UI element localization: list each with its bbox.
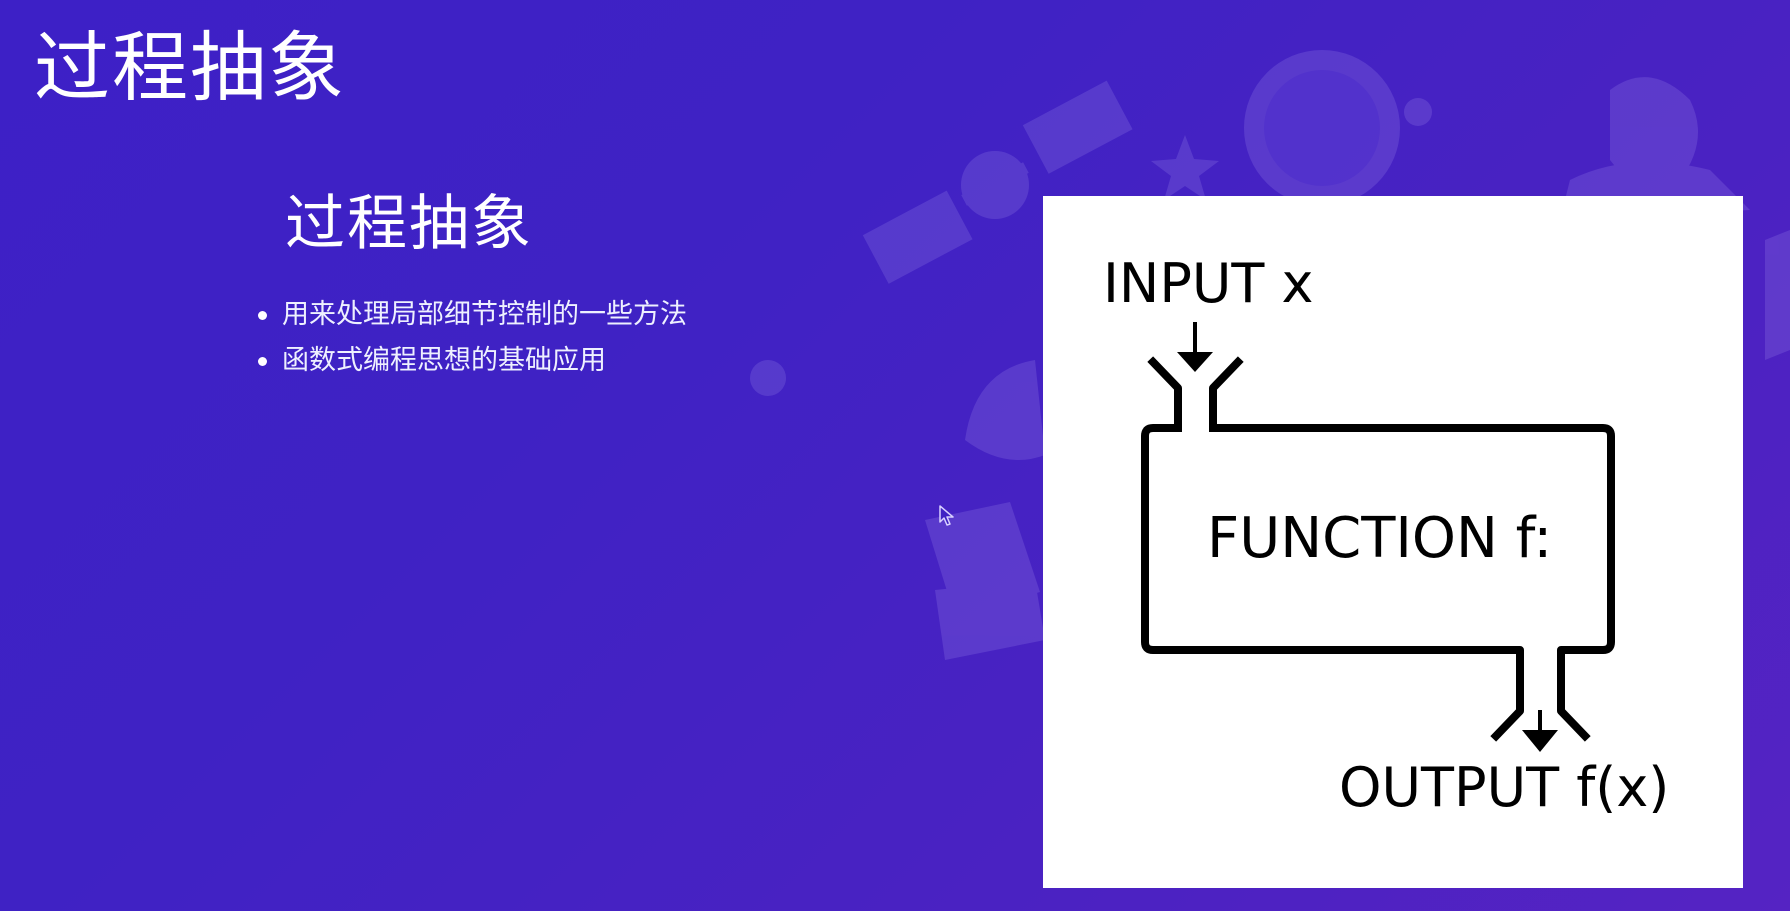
input-label: INPUT x bbox=[1103, 252, 1314, 315]
output-label: OUTPUT f(x) bbox=[1339, 756, 1670, 819]
bullet-list: 用来处理局部细节控制的一些方法 函数式编程思想的基础应用 bbox=[258, 292, 687, 384]
planet-icon bbox=[750, 360, 786, 396]
star-icon bbox=[1151, 135, 1219, 200]
list-item: 用来处理局部细节控制的一些方法 bbox=[258, 292, 687, 338]
bullet-text: 函数式编程思想的基础应用 bbox=[282, 345, 606, 376]
bullet-text: 用来处理局部细节控制的一些方法 bbox=[282, 299, 687, 330]
list-item: 函数式编程思想的基础应用 bbox=[258, 338, 687, 384]
content-heading: 过程抽象 bbox=[285, 189, 533, 259]
output-arrow-icon bbox=[1522, 710, 1558, 752]
input-arrow-icon bbox=[1177, 322, 1213, 372]
mouse-cursor-icon bbox=[939, 505, 954, 526]
bullet-dot bbox=[258, 310, 267, 320]
bullet-dot bbox=[258, 356, 267, 366]
function-label: FUNCTION f: bbox=[1207, 506, 1553, 571]
hand-icon bbox=[965, 360, 1045, 460]
function-diagram: INPUT x FUNCTION f: OUTPUT f(x) bbox=[1043, 196, 1743, 888]
slide-title: 过程抽象 bbox=[34, 23, 346, 112]
astronaut-icon bbox=[1244, 50, 1750, 220]
